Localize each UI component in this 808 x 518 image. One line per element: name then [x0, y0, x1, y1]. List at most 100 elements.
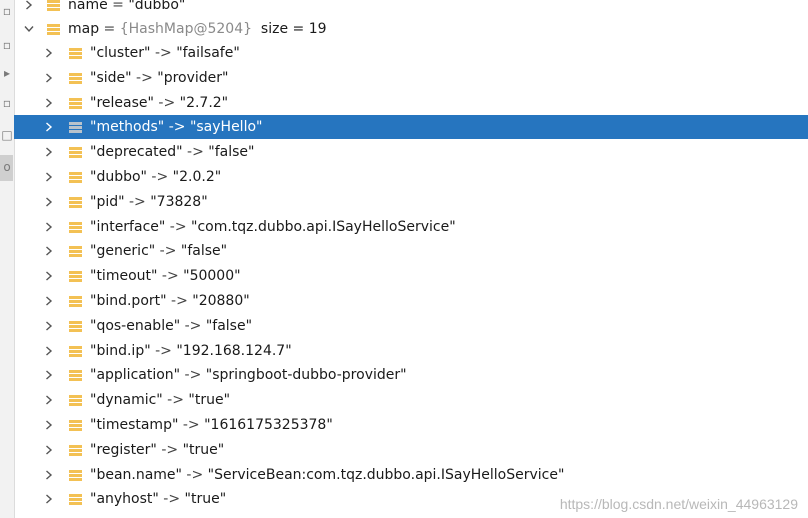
- map-entry-row[interactable]: "cluster" -> "failsafe": [14, 41, 808, 65]
- entry-label: "dubbo" -> "2.0.2": [90, 169, 221, 185]
- toolbar-icon-6[interactable]: o: [0, 160, 14, 174]
- entry-value: "true": [182, 442, 225, 458]
- equals-sign: =: [107, 0, 129, 13]
- map-entry-row[interactable]: "dubbo" -> "2.0.2": [14, 165, 808, 189]
- entry-label: "methods" -> "sayHello": [90, 119, 262, 135]
- expand-arrow-icon[interactable]: [44, 271, 54, 281]
- entry-label: "bind.ip" -> "192.168.124.7": [90, 343, 292, 359]
- arrow-separator: ->: [153, 95, 180, 111]
- entry-value: "ServiceBean:com.tqz.dubbo.api.ISayHello…: [207, 467, 565, 483]
- entry-key: "dynamic": [90, 392, 163, 408]
- expand-arrow-icon[interactable]: [44, 296, 54, 306]
- map-size: size = 19: [260, 21, 327, 37]
- arrow-separator: ->: [158, 491, 185, 507]
- toolbar-icon-5[interactable]: □: [0, 128, 14, 142]
- entry-label: "register" -> "true": [90, 442, 224, 458]
- expand-arrow-icon[interactable]: [44, 197, 54, 207]
- arrow-separator: ->: [180, 318, 206, 334]
- expand-arrow-icon[interactable]: [44, 98, 54, 108]
- entry-icon: [69, 369, 82, 381]
- map-entry-row[interactable]: "bean.name" -> "ServiceBean:com.tqz.dubb…: [14, 463, 808, 487]
- entry-key: "register": [90, 442, 157, 458]
- collapse-arrow-icon[interactable]: [24, 24, 34, 34]
- expand-arrow-icon[interactable]: [24, 0, 34, 10]
- toolbar-icon-4[interactable]: ▫: [0, 96, 14, 110]
- object-reference: {HashMap@5204}: [119, 21, 253, 37]
- entry-key: "release": [90, 95, 154, 111]
- entry-icon: [69, 221, 82, 233]
- map-entry-row[interactable]: "methods" -> "sayHello": [14, 115, 808, 139]
- map-entry-row[interactable]: "side" -> "provider": [14, 66, 808, 90]
- entry-value: "com.tqz.dubbo.api.ISayHelloService": [191, 219, 456, 235]
- equals-sign: =: [99, 21, 120, 37]
- entry-icon: [69, 270, 82, 282]
- entry-label: "deprecated" -> "false": [90, 144, 254, 160]
- expand-arrow-icon[interactable]: [44, 370, 54, 380]
- expand-arrow-icon[interactable]: [44, 470, 54, 480]
- entry-value: "sayHello": [189, 119, 263, 135]
- arrow-separator: ->: [131, 70, 158, 86]
- arrow-separator: ->: [178, 417, 205, 433]
- expand-arrow-icon[interactable]: [44, 445, 54, 455]
- expand-arrow-icon[interactable]: [44, 346, 54, 356]
- entry-value: "20880": [192, 293, 250, 309]
- map-entry-row[interactable]: "qos-enable" -> "false": [14, 314, 808, 338]
- entry-icon: [69, 295, 82, 307]
- map-entry-row[interactable]: "release" -> "2.7.2": [14, 91, 808, 115]
- arrow-separator: ->: [165, 219, 192, 235]
- entry-value: "50000": [183, 268, 241, 284]
- map-entry-row[interactable]: "deprecated" -> "false": [14, 140, 808, 164]
- expand-arrow-icon[interactable]: [44, 494, 54, 504]
- expand-arrow-icon[interactable]: [44, 122, 54, 132]
- tree-row-name[interactable]: name = "dubbo": [14, 0, 808, 17]
- expand-arrow-icon[interactable]: [44, 73, 54, 83]
- map-entry-row[interactable]: "pid" -> "73828": [14, 190, 808, 214]
- expand-arrow-icon[interactable]: [44, 246, 54, 256]
- entry-value: "false": [205, 318, 253, 334]
- arrow-separator: ->: [180, 367, 206, 383]
- expand-arrow-icon[interactable]: [44, 48, 54, 58]
- entry-icon: [69, 444, 82, 456]
- entry-value: "true": [188, 392, 231, 408]
- entry-label: "release" -> "2.7.2": [90, 95, 228, 111]
- entry-icon: [69, 171, 82, 183]
- expand-arrow-icon[interactable]: [44, 222, 54, 232]
- entry-icon: [69, 345, 82, 357]
- entry-label: "timeout" -> "50000": [90, 268, 241, 284]
- expand-arrow-icon[interactable]: [44, 147, 54, 157]
- entry-key: "bind.port": [90, 293, 167, 309]
- toolbar-icon-1[interactable]: ▫: [0, 4, 14, 18]
- entry-label: "side" -> "provider": [90, 70, 228, 86]
- map-entry-row[interactable]: "bind.port" -> "20880": [14, 289, 808, 313]
- expand-arrow-icon[interactable]: [44, 420, 54, 430]
- entry-key: "cluster": [90, 45, 151, 61]
- entry-value: "failsafe": [176, 45, 240, 61]
- entry-key: "anyhost": [90, 491, 159, 507]
- map-entry-row[interactable]: "interface" -> "com.tqz.dubbo.api.ISayHe…: [14, 215, 808, 239]
- entry-key: "side": [90, 70, 132, 86]
- map-entry-row[interactable]: "timeout" -> "50000": [14, 264, 808, 288]
- arrow-separator: ->: [146, 169, 173, 185]
- map-entry-row[interactable]: "timestamp" -> "1616175325378": [14, 413, 808, 437]
- tree-row-map[interactable]: map = {HashMap@5204} size = 19: [14, 17, 808, 41]
- entry-key: "dubbo": [90, 169, 147, 185]
- map-entry-row[interactable]: "application" -> "springboot-dubbo-provi…: [14, 363, 808, 387]
- row-label: name = "dubbo": [68, 0, 185, 13]
- expand-arrow-icon[interactable]: [44, 321, 54, 331]
- entry-key: "timestamp": [90, 417, 179, 433]
- var-name: map: [68, 21, 100, 37]
- map-entry-row[interactable]: "bind.ip" -> "192.168.124.7": [14, 339, 808, 363]
- entry-key: "deprecated": [90, 144, 183, 160]
- entry-value: "1616175325378": [204, 417, 333, 433]
- expand-arrow-icon[interactable]: [44, 395, 54, 405]
- map-entry-row[interactable]: "generic" -> "false": [14, 239, 808, 263]
- toolbar-icon-3[interactable]: ▸: [0, 66, 14, 80]
- toolbar-icon-2[interactable]: ▫: [0, 38, 14, 52]
- map-entry-row[interactable]: "dynamic" -> "true": [14, 388, 808, 412]
- entry-icon: [69, 419, 82, 431]
- entry-key: "methods": [90, 119, 165, 135]
- entry-value: "192.168.124.7": [176, 343, 292, 359]
- entry-label: "application" -> "springboot-dubbo-provi…: [90, 367, 407, 383]
- map-entry-row[interactable]: "register" -> "true": [14, 438, 808, 462]
- expand-arrow-icon[interactable]: [44, 172, 54, 182]
